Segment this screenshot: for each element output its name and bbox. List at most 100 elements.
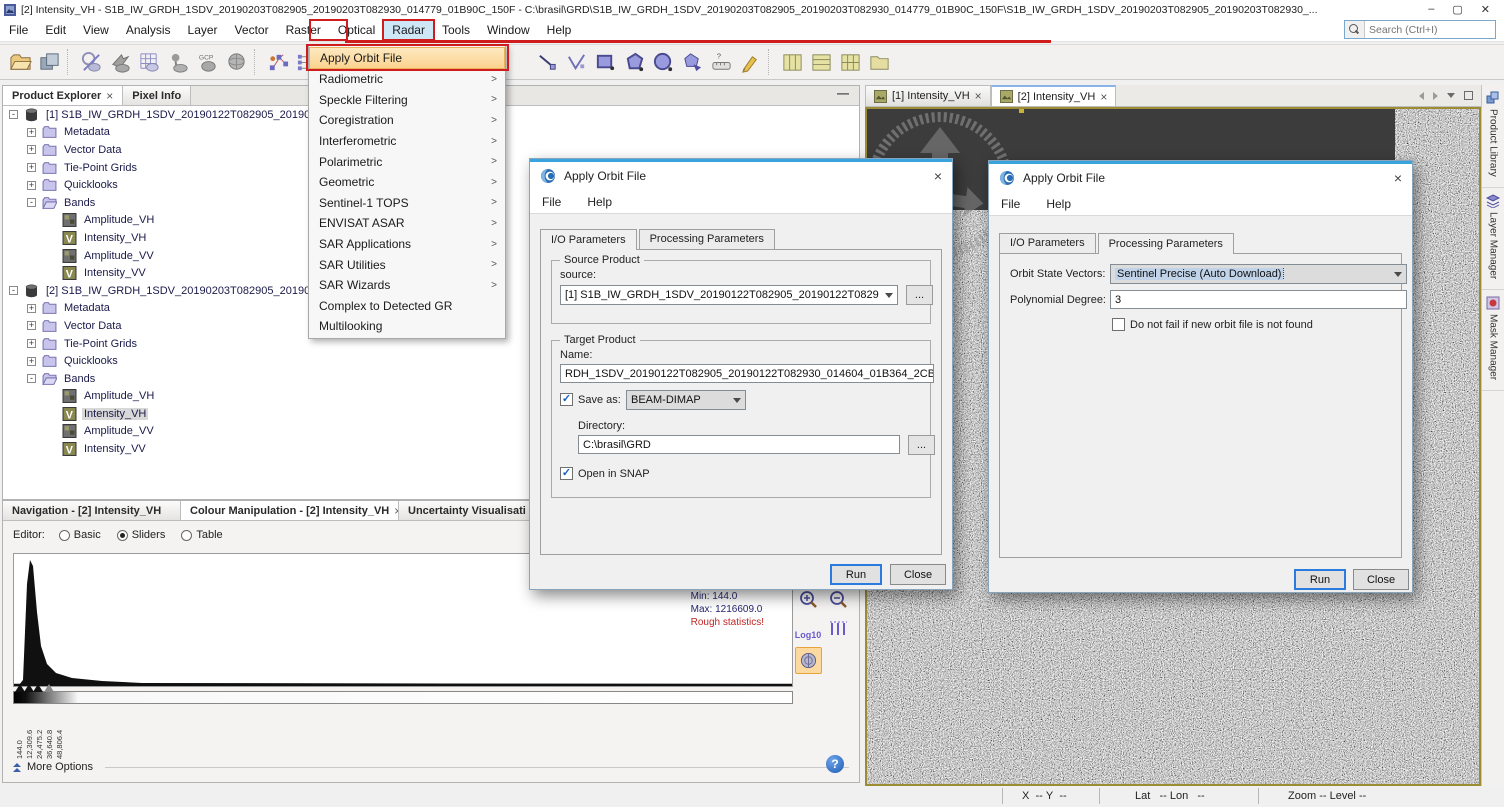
radar-menu-item-sar-wizards[interactable]: SAR Wizards> xyxy=(309,275,505,296)
tab-product-library[interactable]: Product Library xyxy=(1482,85,1504,188)
close-button[interactable]: Close xyxy=(890,564,946,585)
tree-expander-icon[interactable]: - xyxy=(27,374,36,383)
toolbar-measure-tool-icon[interactable]: ? xyxy=(708,48,735,76)
radar-menu-item-multilooking[interactable]: Multilooking xyxy=(309,316,505,337)
radar-menu-item-sar-utilities[interactable]: SAR Utilities> xyxy=(309,254,505,275)
close-icon[interactable]: × xyxy=(975,89,982,103)
toolbar-reopen-product-icon[interactable] xyxy=(78,48,105,76)
tab-processing-parameters[interactable]: Processing Parameters xyxy=(639,229,775,249)
run-button[interactable]: Run xyxy=(830,564,882,585)
collapse-options-icon[interactable] xyxy=(13,763,21,772)
radar-menu-item-sentinel-1-tops[interactable]: Sentinel-1 TOPS> xyxy=(309,193,505,214)
menu-view[interactable]: View xyxy=(75,21,117,39)
slider-handle[interactable] xyxy=(33,684,43,692)
prev-tab-icon[interactable] xyxy=(1419,92,1424,100)
toolbar-gcp-icon[interactable]: GCP xyxy=(194,48,221,76)
menu-analysis[interactable]: Analysis xyxy=(118,21,179,39)
save-as-checkbox[interactable]: ✓ xyxy=(560,393,573,406)
evenly-distribute-icon[interactable] xyxy=(825,616,851,640)
radar-menu-item-speckle-filtering[interactable]: Speckle Filtering> xyxy=(309,90,505,111)
close-icon[interactable]: × xyxy=(106,89,113,103)
palette-icon[interactable] xyxy=(795,647,822,674)
slider-handle[interactable] xyxy=(44,684,54,692)
open-in-snap-checkbox[interactable]: ✓ xyxy=(560,467,573,480)
radar-menu-item-apply-orbit-file[interactable]: Apply Orbit File xyxy=(309,47,505,69)
toolbar-wkt-import-icon[interactable] xyxy=(679,48,706,76)
radar-menu-item-envisat-asar[interactable]: ENVISAT ASAR> xyxy=(309,213,505,234)
menu-window[interactable]: Window xyxy=(479,21,538,39)
close-button[interactable]: Close xyxy=(1353,569,1409,590)
toolbar-placemark-icon[interactable] xyxy=(165,48,192,76)
editor-radio-table[interactable]: Table xyxy=(181,529,222,541)
orbit-state-vectors-combobox[interactable]: Sentinel Precise (Auto Download) xyxy=(1110,264,1407,284)
toolbar-tiepoint-grid-icon[interactable] xyxy=(136,48,163,76)
polynomial-degree-input[interactable]: 3 xyxy=(1110,290,1407,309)
tree-expander-icon[interactable]: + xyxy=(27,357,36,366)
directory-browse-button[interactable]: ... xyxy=(908,435,935,455)
tab-colour-manipulation[interactable]: Colour Manipulation - [2] Intensity_VH × xyxy=(181,501,399,520)
toolbar-tile-single-icon[interactable] xyxy=(866,48,893,76)
log10-icon[interactable]: Log10 xyxy=(795,623,821,647)
tree-expander-icon[interactable]: - xyxy=(9,110,18,119)
dialog-menu-file[interactable]: File xyxy=(1001,197,1020,211)
toolbar-ellipse-tool-icon[interactable] xyxy=(650,48,677,76)
close-button[interactable]: ✕ xyxy=(1481,3,1490,16)
menu-file[interactable]: File xyxy=(1,21,36,39)
toolbar-world-map-icon[interactable] xyxy=(223,48,250,76)
toolbar-save-product-icon[interactable] xyxy=(36,48,63,76)
source-browse-button[interactable]: ... xyxy=(906,285,933,305)
tab-mask-manager[interactable]: Mask Manager xyxy=(1482,290,1504,391)
tab-pixel-info[interactable]: Pixel Info xyxy=(123,86,191,105)
tab-io-parameters[interactable]: I/O Parameters xyxy=(540,229,637,250)
minimize-button[interactable]: – xyxy=(1428,3,1434,16)
toolbar-polygon-tool-icon[interactable] xyxy=(621,48,648,76)
dialog-titlebar[interactable]: Apply Orbit File × xyxy=(989,164,1412,192)
tree-expander-icon[interactable]: + xyxy=(27,339,36,348)
menu-optical[interactable]: Optical xyxy=(330,21,383,39)
maximize-button[interactable]: ▢ xyxy=(1452,3,1462,16)
search-input[interactable] xyxy=(1365,24,1504,36)
tab-navigation[interactable]: Navigation - [2] Intensity_VH xyxy=(3,501,181,520)
close-icon[interactable]: × xyxy=(1394,170,1402,186)
tab-list-icon[interactable] xyxy=(1447,93,1455,98)
tab-layer-manager[interactable]: Layer Manager xyxy=(1482,188,1504,290)
more-options-label[interactable]: More Options xyxy=(27,761,93,773)
source-product-combobox[interactable]: [1] S1B_IW_GRDH_1SDV_20190122T082905_201… xyxy=(560,285,898,305)
menu-edit[interactable]: Edit xyxy=(37,21,74,39)
tree-expander-icon[interactable]: + xyxy=(27,145,36,154)
menu-layer[interactable]: Layer xyxy=(180,21,226,39)
menu-raster[interactable]: Raster xyxy=(278,21,329,39)
tree-expander-icon[interactable]: - xyxy=(27,198,36,207)
radar-menu-item-coregistration[interactable]: Coregistration> xyxy=(309,110,505,131)
maximize-view-icon[interactable] xyxy=(1464,91,1473,100)
zoom-out-icon[interactable] xyxy=(825,588,851,612)
toolbar-import-product-icon[interactable] xyxy=(107,48,134,76)
radar-menu-item-polarimetric[interactable]: Polarimetric> xyxy=(309,151,505,172)
tree-expander-icon[interactable]: + xyxy=(27,163,36,172)
dialog-titlebar[interactable]: Apply Orbit File × xyxy=(530,162,952,190)
close-icon[interactable]: × xyxy=(1100,90,1107,104)
minimize-panel-icon[interactable]: — xyxy=(827,86,859,105)
menu-help[interactable]: Help xyxy=(539,21,580,39)
editor-radio-sliders[interactable]: Sliders xyxy=(117,529,166,541)
radar-menu-item-geometric[interactable]: Geometric> xyxy=(309,172,505,193)
menu-tools[interactable]: Tools xyxy=(434,21,478,39)
toolbar-tile-horizontally-icon[interactable] xyxy=(779,48,806,76)
dialog-menu-file[interactable]: File xyxy=(542,195,561,209)
image-tab-1[interactable]: [1] Intensity_VH × xyxy=(865,85,991,106)
target-name-input[interactable]: RDH_1SDV_20190122T082905_20190122T082930… xyxy=(560,364,934,383)
help-icon[interactable]: ? xyxy=(826,755,844,773)
next-tab-icon[interactable] xyxy=(1433,92,1438,100)
directory-input[interactable]: C:\brasil\GRD xyxy=(578,435,900,454)
tree-expander-icon[interactable]: + xyxy=(27,304,36,313)
dialog-menu-help[interactable]: Help xyxy=(587,195,612,209)
tree-expander-icon[interactable]: - xyxy=(9,286,18,295)
search-box[interactable] xyxy=(1344,20,1496,39)
tab-io-parameters[interactable]: I/O Parameters xyxy=(999,233,1096,253)
tab-product-explorer[interactable]: Product Explorer × xyxy=(3,86,123,105)
toolbar-pen-tool-icon[interactable] xyxy=(737,48,764,76)
do-not-fail-checkbox[interactable] xyxy=(1112,318,1125,331)
toolbar-open-product-icon[interactable] xyxy=(7,48,34,76)
radar-menu-item-sar-applications[interactable]: SAR Applications> xyxy=(309,234,505,255)
tree-expander-icon[interactable]: + xyxy=(27,321,36,330)
